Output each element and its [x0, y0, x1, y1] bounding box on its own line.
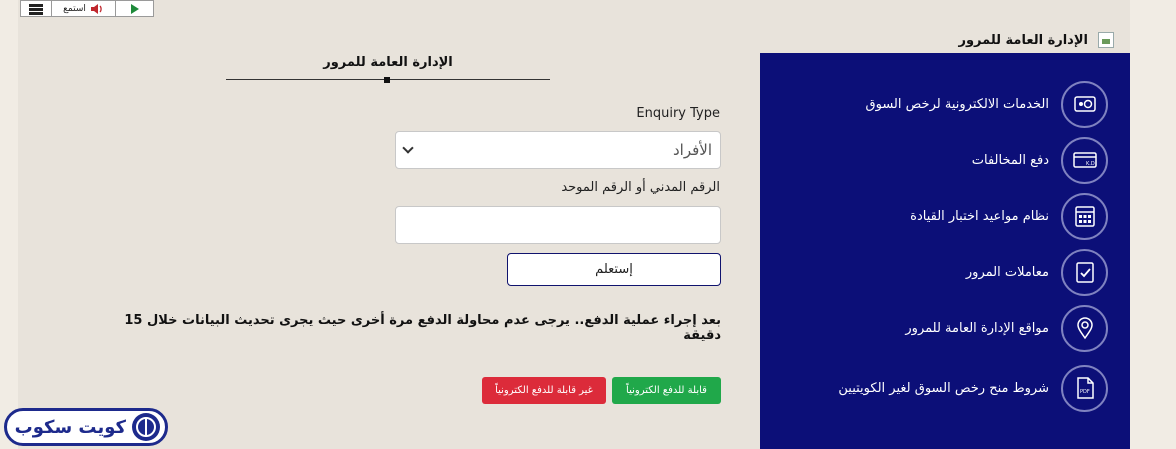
sidebar-item-label: معاملات المرور	[965, 264, 1049, 280]
svg-text:K.D: K.D	[1086, 161, 1095, 167]
play-icon	[130, 4, 139, 14]
chevron-down-icon	[402, 142, 414, 154]
sidebar-item-license-services[interactable]: الخدمات الالكترونية لرخص السوق	[760, 79, 1130, 129]
sidebar-item-label: شروط منح رخص السوق لغير الكويتيين	[838, 380, 1049, 396]
location-pin-icon	[1061, 304, 1108, 352]
pdf-document-icon: PDF	[1061, 364, 1108, 412]
enquiry-type-value: الأفراد	[672, 141, 712, 159]
payment-note: بعد إجراء عملية الدفع.. يرجى عدم محاولة …	[124, 313, 721, 343]
accessibility-toolbar: استمع	[20, 0, 154, 17]
watermark-logo: كويت سكوب	[4, 408, 168, 446]
enquiry-type-select[interactable]: الأفراد	[395, 131, 721, 169]
watermark-text: كويت سكوب	[14, 416, 126, 438]
enquire-button[interactable]: إستعلم	[507, 253, 721, 286]
civil-id-label: الرقم المدني أو الرقم الموحد	[561, 180, 720, 195]
sidebar-item-pay-violations[interactable]: دفع المخالفات K.D	[760, 135, 1130, 185]
license-card-icon	[1061, 80, 1108, 128]
site-header: الإدارة العامة للمرور	[958, 32, 1114, 48]
sidebar-item-label: نظام مواعيد اختبار القيادة	[910, 208, 1049, 224]
site-title[interactable]: الإدارة العامة للمرور	[958, 33, 1088, 48]
document-check-icon	[1061, 248, 1108, 296]
globe-icon	[132, 413, 160, 441]
menu-button[interactable]	[21, 1, 51, 17]
sidebar-item-license-conditions[interactable]: شروط منح رخص السوق لغير الكويتيين PDF	[760, 358, 1130, 418]
title-divider-dot	[384, 77, 390, 83]
payable-badge: قابلة للدفع الكترونياً	[612, 377, 721, 404]
form-title: الإدارة العامة للمرور	[323, 55, 453, 70]
sidebar-item-label: الخدمات الالكترونية لرخص السوق	[865, 96, 1049, 112]
sidebar-item-traffic-transactions[interactable]: معاملات المرور	[760, 247, 1130, 297]
svg-text:PDF: PDF	[1080, 389, 1090, 395]
enquiry-type-label: Enquiry Type	[636, 106, 720, 121]
logo-image-icon	[1098, 32, 1114, 48]
calendar-icon	[1061, 192, 1108, 240]
not-payable-badge: غير قابلة للدفع الكترونياً	[482, 377, 606, 404]
play-button[interactable]	[115, 1, 153, 17]
payment-card-icon: K.D	[1061, 136, 1108, 184]
sidebar-item-label: دفع المخالفات	[971, 152, 1049, 168]
sidebar-item-driving-test[interactable]: نظام مواعيد اختبار القيادة	[760, 191, 1130, 241]
speaker-icon	[90, 4, 102, 14]
menu-icon	[29, 3, 43, 15]
services-sidebar: الخدمات الالكترونية لرخص السوق دفع المخا…	[760, 53, 1130, 449]
civil-id-input[interactable]	[395, 206, 721, 244]
listen-button[interactable]: استمع	[51, 1, 115, 17]
sidebar-item-label: مواقع الإدارة العامة للمرور	[905, 320, 1049, 336]
sidebar-item-locations[interactable]: مواقع الإدارة العامة للمرور	[760, 303, 1130, 353]
listen-label: استمع	[63, 4, 86, 14]
